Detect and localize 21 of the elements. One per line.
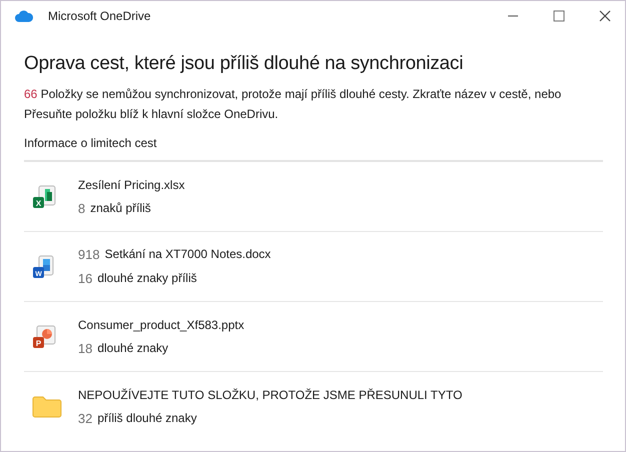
path-limits-link[interactable]: Informace o limitech cest	[24, 136, 157, 150]
cloud-icon	[15, 10, 33, 22]
item-prefix: 918	[78, 247, 100, 262]
file-name: NEPOUŽÍVEJTE TUTO SLOŽKU, PROTOŽE JSME PŘESUNULI TYTO	[78, 388, 462, 402]
summary-text: 66 Položky se nemůžou synchronizovat, protože mají příliš dlouhé cesty. Zkraťte název v cestě, nebo Přesuňte položku blíž k hlavní složce OneDrivu.	[24, 86, 562, 123]
length-detail: dlouhé znaky	[97, 340, 168, 356]
folder-icon	[32, 396, 62, 418]
maximize-icon[interactable]	[553, 10, 565, 22]
window-title: Microsoft OneDrive	[48, 9, 151, 23]
character-count: 8	[78, 200, 86, 216]
page-heading: Oprava cest, které jsou příliš dlouhé na synchronizaci	[24, 53, 464, 75]
length-detail: znaků příliš	[90, 200, 151, 216]
length-detail: příliš dlouhé znaky	[97, 411, 197, 426]
file-name: Consumer_product_Xf583.pptx	[78, 318, 244, 332]
character-count: 32	[78, 411, 92, 426]
file-name: Setkání na XT7000 Notes.docx	[104, 247, 271, 262]
close-icon[interactable]	[599, 10, 611, 22]
file-name: Zesílení Pricing.xlsx	[78, 178, 185, 192]
character-count: 16	[78, 271, 92, 286]
length-detail: dlouhé znaky příliš	[97, 271, 197, 286]
character-count: 18	[78, 340, 92, 356]
